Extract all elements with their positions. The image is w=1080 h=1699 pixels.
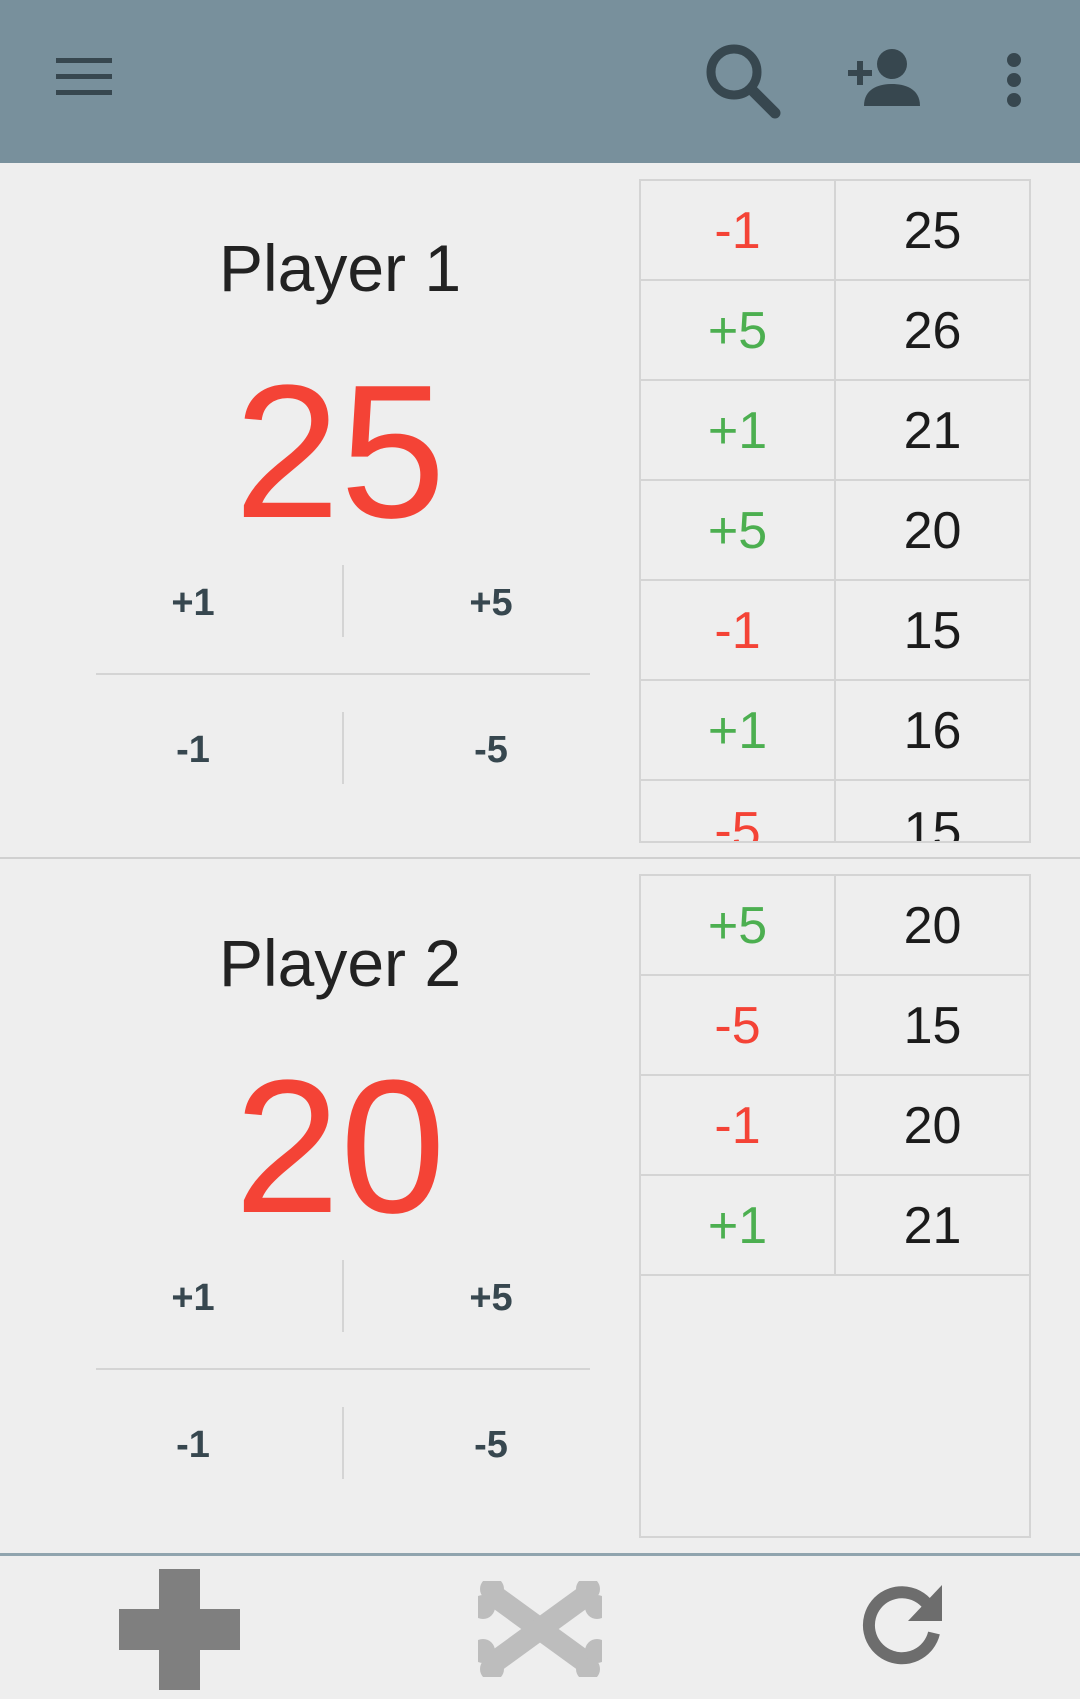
history-delta: +1: [641, 1176, 836, 1274]
player-name[interactable]: Player 2: [0, 930, 680, 996]
minus-one-button[interactable]: -1: [68, 1407, 318, 1483]
add-icon[interactable]: [119, 1569, 240, 1690]
history-delta: -5: [641, 976, 836, 1074]
history-row: -1 25: [641, 181, 1029, 281]
history-row: -5 15: [641, 976, 1029, 1076]
history-delta: -1: [641, 181, 836, 279]
plus-five-button[interactable]: +5: [366, 565, 616, 641]
history-row: +1 16: [641, 681, 1029, 781]
player-score: 25: [234, 346, 446, 558]
plus-one-button[interactable]: +1: [68, 1260, 318, 1336]
button-divider: [342, 1407, 344, 1479]
plus-one-button[interactable]: +1: [68, 565, 318, 641]
history-total: 26: [903, 302, 962, 360]
score-history-table[interactable]: +5 20 -5 15 -1 20 +1 21: [639, 874, 1031, 1538]
history-total: 21: [903, 402, 962, 460]
button-divider: [96, 1368, 590, 1370]
history-delta: +1: [641, 681, 836, 779]
top-toolbar: [0, 0, 1080, 163]
history-total: 21: [903, 1197, 962, 1255]
minus-five-button[interactable]: -5: [366, 1407, 616, 1483]
button-divider: [96, 673, 590, 675]
history-row: -1 15: [641, 581, 1029, 681]
menu-icon[interactable]: [54, 54, 114, 102]
history-total: 15: [903, 602, 962, 660]
add-person-icon[interactable]: [846, 48, 926, 112]
player-name[interactable]: Player 1: [0, 235, 680, 301]
search-icon[interactable]: [702, 40, 782, 120]
history-delta: -1: [641, 581, 836, 679]
crossbones-icon[interactable]: [478, 1581, 602, 1677]
history-row: +5 26: [641, 281, 1029, 381]
history-row: +5 20: [641, 481, 1029, 581]
minus-one-button[interactable]: -1: [68, 712, 318, 788]
history-delta: -5: [641, 781, 836, 841]
bottom-action-bar: [0, 1553, 1080, 1699]
history-delta: +5: [641, 876, 836, 974]
button-divider: [342, 712, 344, 784]
history-total: 20: [903, 502, 962, 560]
player-panel-2: Player 2 20 +1 +5 -1 -5 +5 20 -5 15 -1 2…: [0, 858, 1080, 1552]
plus-five-button[interactable]: +5: [366, 1260, 616, 1336]
player-panel-1: Player 1 25 +1 +5 -1 -5 -1 25 +5 26 +1 2…: [0, 163, 1080, 857]
button-divider: [342, 1260, 344, 1332]
player-score: 20: [234, 1041, 446, 1253]
button-divider: [342, 565, 344, 637]
players-area: Player 1 25 +1 +5 -1 -5 -1 25 +5 26 +1 2…: [0, 163, 1080, 1553]
history-delta: +1: [641, 381, 836, 479]
history-total: 25: [903, 202, 962, 260]
history-row: +1 21: [641, 1176, 1029, 1276]
history-row: -5 15: [641, 781, 1029, 843]
history-total: 15: [903, 802, 962, 843]
more-vert-icon[interactable]: [1000, 52, 1028, 108]
history-total: 20: [903, 1097, 962, 1155]
history-delta: -1: [641, 1076, 836, 1174]
history-row: -1 20: [641, 1076, 1029, 1176]
score-history-table[interactable]: -1 25 +5 26 +1 21 +5 20 -1 15 +1 16 -5 1…: [639, 179, 1031, 843]
history-total: 20: [903, 897, 962, 955]
history-total: 16: [903, 702, 962, 760]
minus-five-button[interactable]: -5: [366, 712, 616, 788]
history-delta: +5: [641, 481, 836, 579]
history-delta: +5: [641, 281, 836, 379]
history-row: +5 20: [641, 876, 1029, 976]
history-row: +1 21: [641, 381, 1029, 481]
history-total: 15: [903, 997, 962, 1055]
refresh-icon[interactable]: [858, 1583, 944, 1669]
